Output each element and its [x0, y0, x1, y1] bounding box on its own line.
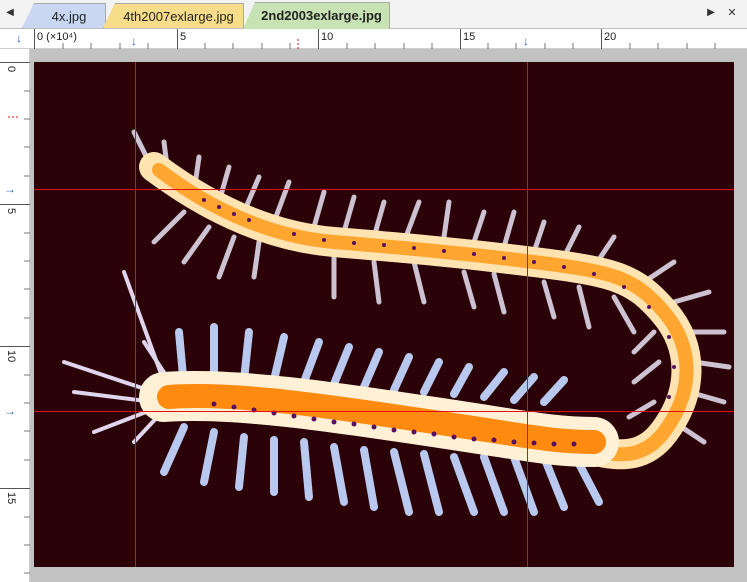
- image-canvas[interactable]: [34, 62, 734, 567]
- origin-marker-icon: ↓: [16, 31, 22, 45]
- ruler-corner: ↓: [0, 29, 30, 49]
- ruler-top-label-5: 5: [180, 31, 187, 43]
- horizontal-guide-1[interactable]: [34, 189, 734, 190]
- worm-image: [62, 129, 732, 516]
- ruler-left-label-5: 5: [5, 208, 17, 215]
- ruler-top-label-10: 10: [321, 31, 334, 43]
- ruler-top-label-0: 0 (×10⁴): [37, 31, 77, 43]
- ruler-left-label-15: 15: [5, 492, 17, 505]
- horizontal-ruler-ticks: [34, 29, 716, 49]
- ruler-top-label-15: 15: [463, 31, 476, 43]
- guide-marker-left-1-icon[interactable]: →: [4, 182, 16, 196]
- tab-4x-jpg[interactable]: 4x.jpg: [22, 3, 106, 28]
- tab-2nd2003exlarge-jpg[interactable]: 2nd2003exlarge.jpg: [243, 2, 390, 29]
- close-tab-icon[interactable]: ✕: [726, 6, 738, 19]
- horizontal-ruler[interactable]: 0 (×10⁴) 5 10 15 20: [30, 29, 747, 49]
- guide-marker-top-1-icon[interactable]: ↓: [131, 34, 137, 48]
- vertical-guide-2[interactable]: [527, 62, 528, 567]
- horizontal-guide-2[interactable]: [34, 411, 734, 412]
- tab-scroll-right-icon[interactable]: ▶: [705, 7, 717, 18]
- vertical-guide-1[interactable]: [135, 62, 136, 567]
- guide-marker-left-2-icon[interactable]: →: [4, 404, 16, 418]
- tab-scroll-left-icon[interactable]: ◀: [4, 7, 16, 18]
- guide-marker-top-2-icon[interactable]: ↓: [523, 34, 529, 48]
- ruler-top-label-20: 20: [604, 31, 617, 43]
- vertical-ruler[interactable]: 0 5 10 15: [0, 49, 30, 582]
- ruler-left-label-0: 0: [5, 66, 17, 73]
- tab-bar: ◀ 4x.jpg 4th2007exlarge.jpg 2nd2003exlar…: [0, 0, 747, 29]
- tab-4th2007exlarge-jpg[interactable]: 4th2007exlarge.jpg: [103, 3, 244, 28]
- ruler-left-label-10: 10: [5, 350, 17, 363]
